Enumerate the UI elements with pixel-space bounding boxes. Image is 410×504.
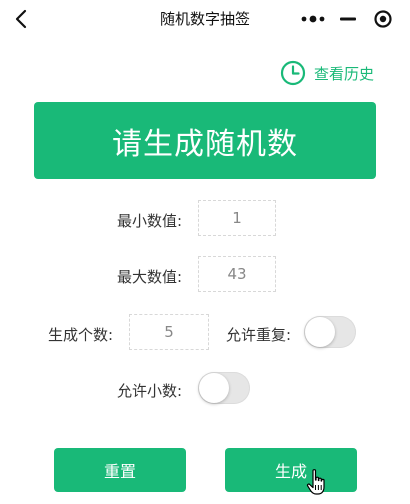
reset-button[interactable]: 重置	[54, 448, 186, 492]
max-value-input[interactable]	[198, 256, 276, 292]
min-value-label: 最小数值:	[117, 212, 183, 230]
close-button[interactable]	[365, 6, 400, 32]
random-number-draw-page: 随机数字抽签 查看历史 请生成随机数 最小数值: 1 最大数值: 43 生成个数…	[0, 0, 410, 504]
more-dots-icon	[301, 15, 325, 23]
target-close-icon	[374, 10, 392, 28]
switch-knob	[305, 317, 335, 347]
result-display: 请生成随机数	[34, 102, 376, 179]
min-value-input[interactable]	[198, 200, 276, 236]
switch-knob	[199, 373, 229, 403]
chevron-left-icon	[15, 9, 27, 29]
count-label: 生成个数:	[48, 326, 114, 344]
count-input[interactable]	[129, 314, 209, 350]
more-button[interactable]	[296, 6, 331, 32]
allow-repeat-switch[interactable]	[304, 316, 356, 348]
clock-icon	[280, 60, 306, 86]
allow-repeat-label: 允许重复:	[226, 326, 292, 344]
view-history-label: 查看历史	[313, 64, 374, 83]
allow-decimal-label: 允许小数:	[117, 382, 183, 400]
allow-decimal-switch[interactable]	[198, 372, 250, 404]
generate-button[interactable]: 生成	[225, 448, 357, 492]
view-history-link[interactable]: 查看历史	[280, 59, 374, 87]
max-value-label: 最大数值:	[117, 268, 183, 286]
mini-program-capsule	[296, 6, 400, 32]
minimize-icon	[340, 17, 356, 21]
navbar: 随机数字抽签	[0, 0, 410, 38]
back-button[interactable]	[8, 6, 34, 32]
minimize-button[interactable]	[331, 6, 366, 32]
